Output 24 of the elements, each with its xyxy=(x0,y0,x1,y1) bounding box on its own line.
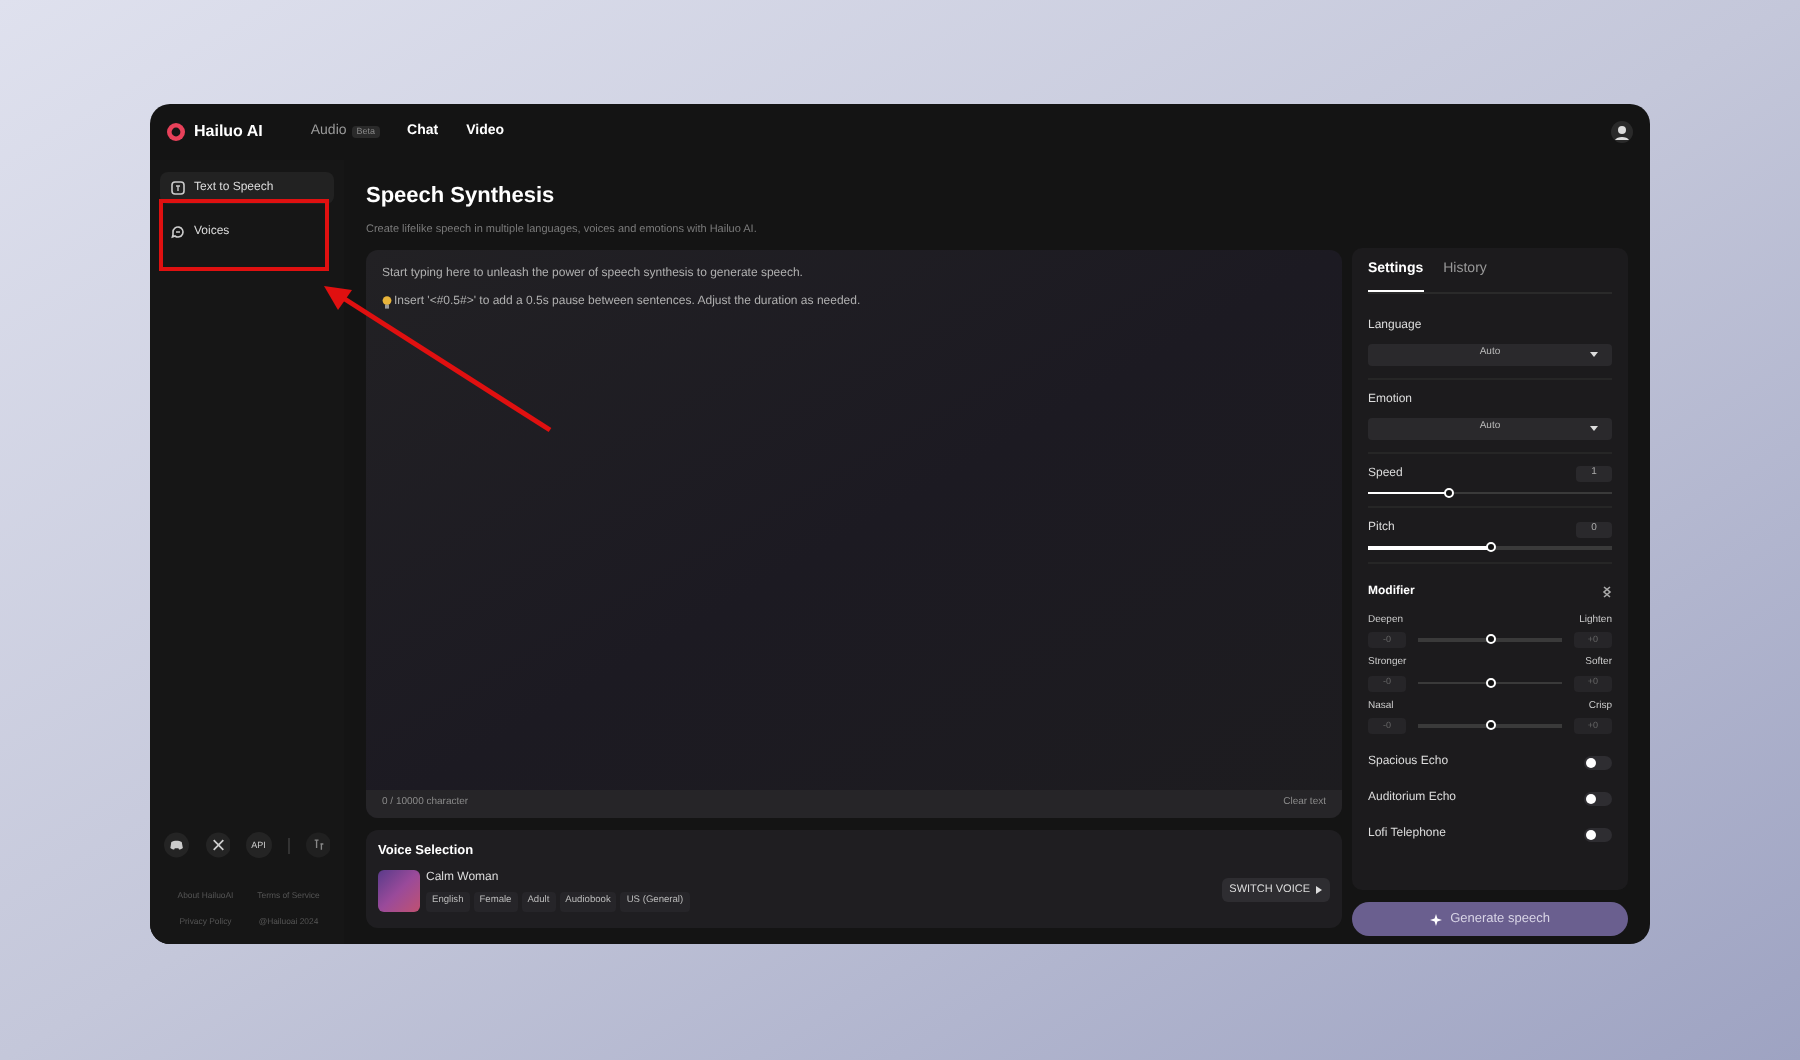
voice-avatar-image xyxy=(378,869,420,912)
text-icon xyxy=(170,180,186,196)
dropdown-caret-icon xyxy=(1590,351,1598,357)
chat-bubble-icon xyxy=(170,224,186,240)
translate-icon[interactable] xyxy=(305,832,331,859)
collapse-icon[interactable] xyxy=(1602,586,1612,598)
bulb-icon xyxy=(382,295,392,310)
avatar-icon[interactable] xyxy=(1610,120,1634,144)
logo-icon xyxy=(166,122,186,142)
caret-icon xyxy=(1316,886,1322,895)
sparkle-icon xyxy=(1430,913,1443,925)
slider-thumb[interactable] xyxy=(1485,677,1495,688)
dropdown-caret-icon xyxy=(1590,425,1598,431)
slider-thumb[interactable] xyxy=(1485,542,1495,552)
x-logo-icon[interactable] xyxy=(205,832,231,859)
toggle-switch[interactable] xyxy=(1584,828,1612,842)
slider-thumb[interactable] xyxy=(1485,634,1495,645)
slider-thumb[interactable] xyxy=(1485,720,1495,731)
page-title: Speech Synthesis xyxy=(366,182,557,212)
toggle-switch[interactable] xyxy=(1584,792,1612,806)
discord-icon[interactable] xyxy=(164,832,190,859)
toggle-switch[interactable] xyxy=(1584,756,1612,770)
slider-thumb[interactable] xyxy=(1443,487,1454,497)
brand-name: Hailuo AI xyxy=(194,120,263,144)
